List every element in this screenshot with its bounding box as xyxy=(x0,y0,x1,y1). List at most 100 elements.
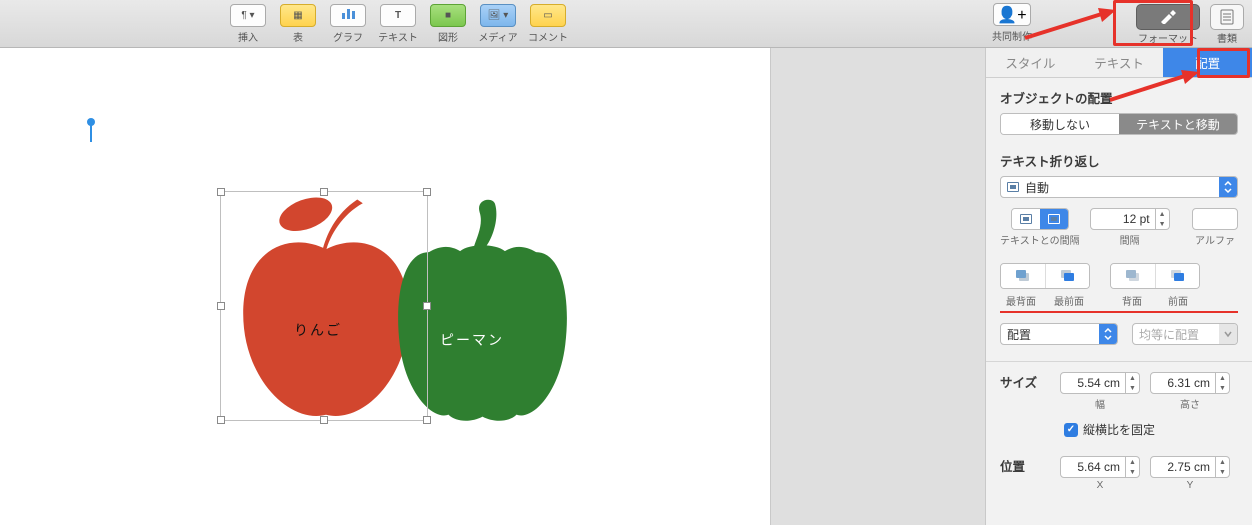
paintbrush-icon xyxy=(1159,10,1177,24)
placement-segmented[interactable]: 移動しない テキストと移動 xyxy=(1000,113,1238,135)
toolbar-insert[interactable]: ¶ ▾ 挿入 xyxy=(223,4,273,44)
toolbar: ¶ ▾ 挿入 ▦ 表 グラフ T テキスト ■ 図形 🖼 ▾ メディア ▭ コメ… xyxy=(0,0,1252,48)
label-back: 背面 xyxy=(1122,293,1142,308)
layer-relative-buttons xyxy=(1110,263,1200,289)
toolbar-label: 書類 xyxy=(1217,30,1237,45)
height-stepper[interactable]: ▲▼ xyxy=(1216,372,1230,394)
canvas-gutter xyxy=(770,48,985,525)
x-field[interactable]: 5.64 cm xyxy=(1060,456,1126,478)
alpha-field[interactable] xyxy=(1192,208,1238,230)
distribute-dropdown[interactable]: 均等に配置 xyxy=(1132,323,1238,345)
toolbar-label: コメント xyxy=(528,29,568,44)
spacing-field[interactable]: 12 pt xyxy=(1090,208,1156,230)
align-dropdown[interactable]: 配置 xyxy=(1000,323,1118,345)
toolbar-text[interactable]: T テキスト xyxy=(373,4,423,44)
resize-handle[interactable] xyxy=(217,302,225,310)
bring-forward-button[interactable] xyxy=(1155,264,1199,288)
fit-contour-icon[interactable] xyxy=(1012,209,1040,229)
label-constrain: 縦横比を固定 xyxy=(1083,421,1155,438)
toolbar-collaborate[interactable]: 👤+ 共同制作 xyxy=(992,3,1032,43)
height-field[interactable]: 6.31 cm xyxy=(1150,372,1216,394)
format-button[interactable] xyxy=(1136,4,1200,30)
chart-icon xyxy=(330,4,366,27)
wrap-icon xyxy=(1007,182,1019,192)
toolbar-comment[interactable]: ▭ コメント xyxy=(523,4,573,44)
width-stepper[interactable]: ▲▼ xyxy=(1126,372,1140,394)
text-cursor-icon xyxy=(90,124,92,142)
label-spacing: 間隔 xyxy=(1120,232,1140,247)
layer-forward-icon xyxy=(1171,270,1185,282)
document-button[interactable] xyxy=(1210,4,1244,30)
tab-arrange[interactable]: 配置 xyxy=(1163,48,1252,77)
table-icon: ▦ xyxy=(280,4,316,27)
section-object-placement: オブジェクトの配置 xyxy=(1000,88,1238,107)
toolbar-label: メディア xyxy=(478,29,517,44)
wrap-select[interactable]: 自動 xyxy=(1000,176,1238,198)
label-front-most: 最前面 xyxy=(1054,293,1084,308)
toolbar-label: 図形 xyxy=(438,29,458,44)
toolbar-document[interactable]: 書類 xyxy=(1210,2,1244,45)
resize-handle[interactable] xyxy=(423,302,431,310)
layer-back-icon xyxy=(1016,270,1030,282)
label-front: 前面 xyxy=(1168,293,1188,308)
toolbar-table[interactable]: ▦ 表 xyxy=(273,4,323,44)
resize-handle[interactable] xyxy=(217,416,225,424)
send-backward-button[interactable] xyxy=(1111,264,1155,288)
document-canvas[interactable]: りんご ピーマン xyxy=(0,48,770,525)
media-icon: 🖼 ▾ xyxy=(480,4,516,27)
placement-move-with-text[interactable]: テキストと移動 xyxy=(1119,114,1237,134)
collaborate-icon: 👤+ xyxy=(993,3,1031,26)
resize-handle[interactable] xyxy=(320,416,328,424)
selection-box xyxy=(220,191,428,421)
layer-backward-icon xyxy=(1126,270,1140,282)
label-width: 幅 xyxy=(1095,396,1105,411)
inspector-tabs: スタイル テキスト 配置 xyxy=(986,48,1252,78)
resize-handle[interactable] xyxy=(217,188,225,196)
bring-to-front-button[interactable] xyxy=(1045,264,1089,288)
chevron-updown-icon xyxy=(1099,324,1117,344)
toolbar-format[interactable]: フォーマット xyxy=(1136,2,1200,45)
resize-handle[interactable] xyxy=(320,188,328,196)
pepper-label: ピーマン xyxy=(440,330,504,350)
resize-handle[interactable] xyxy=(423,416,431,424)
label-alpha: アルファ xyxy=(1195,232,1235,247)
layer-absolute-buttons xyxy=(1000,263,1090,289)
shape-icon: ■ xyxy=(430,4,466,27)
toolbar-shape[interactable]: ■ 図形 xyxy=(423,4,473,44)
toolbar-label: テキスト xyxy=(378,29,418,44)
label-y: Y xyxy=(1187,480,1194,491)
y-field[interactable]: 2.75 cm xyxy=(1150,456,1216,478)
label-text-spacing: テキストとの間隔 xyxy=(1000,232,1080,247)
tab-text[interactable]: テキスト xyxy=(1075,48,1164,77)
chevron-updown-icon xyxy=(1219,177,1237,197)
toolbar-label: 共同制作 xyxy=(992,28,1032,43)
toolbar-label: 表 xyxy=(293,29,303,44)
width-field[interactable]: 5.54 cm xyxy=(1060,372,1126,394)
y-stepper[interactable]: ▲▼ xyxy=(1216,456,1230,478)
distribute-value: 均等に配置 xyxy=(1139,326,1199,343)
section-text-wrap: テキスト折り返し xyxy=(1000,151,1238,170)
x-stepper[interactable]: ▲▼ xyxy=(1126,456,1140,478)
comment-icon: ▭ xyxy=(530,4,566,27)
inspector-panel: スタイル テキスト 配置 オブジェクトの配置 移動しない テキストと移動 テキス… xyxy=(985,48,1252,525)
wrap-value: 自動 xyxy=(1025,179,1049,196)
pilcrow-icon: ¶ ▾ xyxy=(230,4,266,27)
toolbar-chart[interactable]: グラフ xyxy=(323,4,373,44)
toolbar-label: 挿入 xyxy=(238,29,258,44)
document-icon xyxy=(1220,9,1234,25)
text-fit-segmented[interactable] xyxy=(1011,208,1069,230)
send-to-back-button[interactable] xyxy=(1001,264,1045,288)
toolbar-media[interactable]: 🖼 ▾ メディア xyxy=(473,4,523,44)
resize-handle[interactable] xyxy=(423,188,431,196)
fit-rect-icon[interactable] xyxy=(1040,209,1068,229)
toolbar-left-group: ¶ ▾ 挿入 ▦ 表 グラフ T テキスト ■ 図形 🖼 ▾ メディア ▭ コメ… xyxy=(223,4,573,44)
tab-style[interactable]: スタイル xyxy=(986,48,1075,77)
label-height: 高さ xyxy=(1180,396,1200,411)
constrain-checkbox[interactable]: 縦横比を固定 xyxy=(1064,421,1155,438)
placement-stay[interactable]: 移動しない xyxy=(1001,114,1119,134)
checkbox-icon xyxy=(1064,423,1078,437)
spacing-stepper[interactable]: ▲▼ xyxy=(1156,208,1170,230)
label-position: 位置 xyxy=(1000,456,1050,475)
chevron-down-icon xyxy=(1219,324,1237,344)
align-value: 配置 xyxy=(1007,326,1031,343)
